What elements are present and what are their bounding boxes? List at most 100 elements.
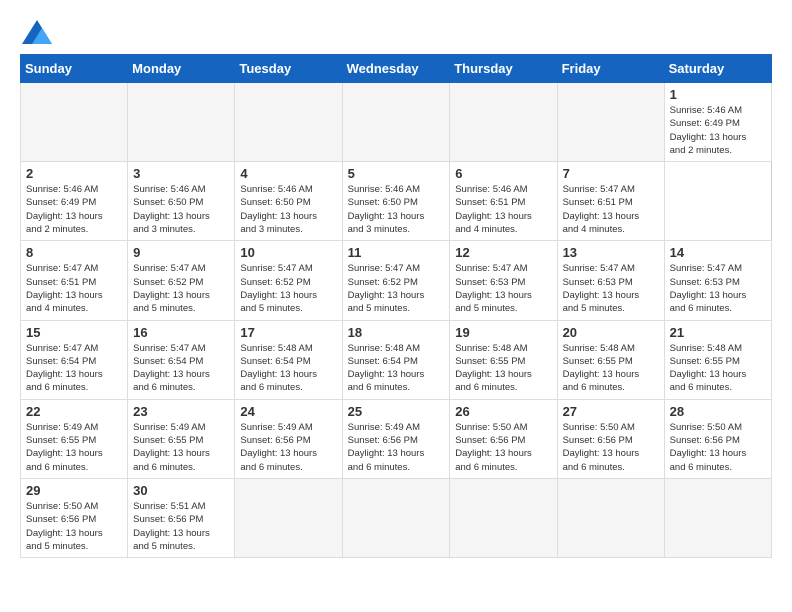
calendar-cell: 24Sunrise: 5:49 AM Sunset: 6:56 PM Dayli… [235,399,342,478]
calendar-week-0: 1 Sunrise: 5:46 AM Sunset: 6:49 PM Daylig… [21,83,772,162]
day-info: Sunrise: 5:48 AM Sunset: 6:54 PM Dayligh… [348,342,445,395]
calendar-week-5: 29 Sunrise: 5:50 AM Sunset: 6:56 PM Dayli… [21,478,772,557]
day-info: Sunrise: 5:47 AM Sunset: 6:52 PM Dayligh… [133,262,229,315]
day-info: Sunrise: 5:47 AM Sunset: 6:53 PM Dayligh… [455,262,551,315]
calendar-cell: 12 Sunrise: 5:47 AM Sunset: 6:53 PM Dayli… [450,241,557,320]
calendar-cell: 26 Sunrise: 5:50 AM Sunset: 6:56 PM Dayli… [450,399,557,478]
day-number: 13 [563,245,659,260]
calendar: SundayMondayTuesdayWednesdayThursdayFrid… [20,54,772,558]
day-number: 1 [670,87,766,102]
day-number: 29 [26,483,122,498]
calendar-cell: 19 Sunrise: 5:48 AM Sunset: 6:55 PM Dayli… [450,320,557,399]
calendar-week-1: 2Sunrise: 5:46 AM Sunset: 6:49 PM Daylig… [21,162,772,241]
day-info: Sunrise: 5:48 AM Sunset: 6:55 PM Dayligh… [563,342,659,395]
header-tuesday: Tuesday [235,55,342,83]
calendar-cell: 6 Sunrise: 5:46 AM Sunset: 6:51 PM Daylig… [450,162,557,241]
calendar-cell: 7 Sunrise: 5:47 AM Sunset: 6:51 PM Daylig… [557,162,664,241]
calendar-cell: 18Sunrise: 5:48 AM Sunset: 6:54 PM Dayli… [342,320,450,399]
logo-icon [22,20,52,44]
calendar-cell: 17 Sunrise: 5:48 AM Sunset: 6:54 PM Dayli… [235,320,342,399]
calendar-cell: 28 Sunrise: 5:50 AM Sunset: 6:56 PM Dayli… [664,399,771,478]
calendar-cell: 3 Sunrise: 5:46 AM Sunset: 6:50 PM Daylig… [128,162,235,241]
logo [20,20,52,44]
day-number: 5 [348,166,445,181]
day-number: 14 [670,245,766,260]
header-saturday: Saturday [664,55,771,83]
day-number: 10 [240,245,336,260]
calendar-cell [342,478,450,557]
calendar-cell: 21 Sunrise: 5:48 AM Sunset: 6:55 PM Dayli… [664,320,771,399]
header-wednesday: Wednesday [342,55,450,83]
day-number: 11 [348,245,445,260]
header-friday: Friday [557,55,664,83]
day-number: 27 [563,404,659,419]
day-info: Sunrise: 5:49 AM Sunset: 6:55 PM Dayligh… [26,421,122,474]
calendar-cell-empty [342,83,450,162]
day-number: 20 [563,325,659,340]
day-number: 15 [26,325,122,340]
calendar-cell: 2Sunrise: 5:46 AM Sunset: 6:49 PM Daylig… [21,162,128,241]
calendar-cell [450,478,557,557]
calendar-week-2: 8Sunrise: 5:47 AM Sunset: 6:51 PM Daylig… [21,241,772,320]
calendar-cell: 10 Sunrise: 5:47 AM Sunset: 6:52 PM Dayli… [235,241,342,320]
day-number: 3 [133,166,229,181]
day-number: 2 [26,166,122,181]
calendar-cell [664,478,771,557]
day-number: 9 [133,245,229,260]
day-number: 24 [240,404,336,419]
day-number: 28 [670,404,766,419]
calendar-cell: 11 Sunrise: 5:47 AM Sunset: 6:52 PM Dayli… [342,241,450,320]
day-info: Sunrise: 5:48 AM Sunset: 6:55 PM Dayligh… [670,342,766,395]
calendar-cell: 27 Sunrise: 5:50 AM Sunset: 6:56 PM Dayli… [557,399,664,478]
day-info: Sunrise: 5:48 AM Sunset: 6:55 PM Dayligh… [455,342,551,395]
day-info: Sunrise: 5:50 AM Sunset: 6:56 PM Dayligh… [670,421,766,474]
day-number: 6 [455,166,551,181]
day-info: Sunrise: 5:50 AM Sunset: 6:56 PM Dayligh… [455,421,551,474]
day-info: Sunrise: 5:51 AM Sunset: 6:56 PM Dayligh… [133,500,229,553]
day-info: Sunrise: 5:47 AM Sunset: 6:51 PM Dayligh… [563,183,659,236]
day-info: Sunrise: 5:46 AM Sunset: 6:50 PM Dayligh… [240,183,336,236]
day-info: Sunrise: 5:47 AM Sunset: 6:52 PM Dayligh… [348,262,445,315]
calendar-header-row: SundayMondayTuesdayWednesdayThursdayFrid… [21,55,772,83]
day-info: Sunrise: 5:47 AM Sunset: 6:52 PM Dayligh… [240,262,336,315]
header [20,20,772,44]
header-thursday: Thursday [450,55,557,83]
header-monday: Monday [128,55,235,83]
day-number: 22 [26,404,122,419]
day-info: Sunrise: 5:50 AM Sunset: 6:56 PM Dayligh… [26,500,122,553]
calendar-cell: 29 Sunrise: 5:50 AM Sunset: 6:56 PM Dayli… [21,478,128,557]
calendar-cell-day-1: 1 Sunrise: 5:46 AM Sunset: 6:49 PM Daylig… [664,83,771,162]
day-number: 7 [563,166,659,181]
day-info: Sunrise: 5:47 AM Sunset: 6:54 PM Dayligh… [133,342,229,395]
calendar-cell: 20 Sunrise: 5:48 AM Sunset: 6:55 PM Dayli… [557,320,664,399]
day-number: 17 [240,325,336,340]
day-number: 16 [133,325,229,340]
calendar-cell: 23Sunrise: 5:49 AM Sunset: 6:55 PM Dayli… [128,399,235,478]
calendar-cell: 8Sunrise: 5:47 AM Sunset: 6:51 PM Daylig… [21,241,128,320]
calendar-cell-empty [21,83,128,162]
calendar-cell: 30Sunrise: 5:51 AM Sunset: 6:56 PM Dayli… [128,478,235,557]
calendar-cell [235,478,342,557]
day-info: Sunrise: 5:47 AM Sunset: 6:53 PM Dayligh… [563,262,659,315]
calendar-cell: 22 Sunrise: 5:49 AM Sunset: 6:55 PM Dayli… [21,399,128,478]
calendar-cell: 5Sunrise: 5:46 AM Sunset: 6:50 PM Daylig… [342,162,450,241]
day-number: 12 [455,245,551,260]
calendar-cell-empty [235,83,342,162]
day-number: 26 [455,404,551,419]
day-number: 21 [670,325,766,340]
day-info: Sunrise: 5:48 AM Sunset: 6:54 PM Dayligh… [240,342,336,395]
day-info: Sunrise: 5:46 AM Sunset: 6:51 PM Dayligh… [455,183,551,236]
day-number: 25 [348,404,445,419]
day-info: Sunrise: 5:46 AM Sunset: 6:50 PM Dayligh… [133,183,229,236]
calendar-cell: 14Sunrise: 5:47 AM Sunset: 6:53 PM Dayli… [664,241,771,320]
calendar-cell: 4Sunrise: 5:46 AM Sunset: 6:50 PM Daylig… [235,162,342,241]
calendar-cell-empty [557,83,664,162]
day-info: Sunrise: 5:46 AM Sunset: 6:49 PM Dayligh… [670,104,766,157]
calendar-week-3: 15 Sunrise: 5:47 AM Sunset: 6:54 PM Dayli… [21,320,772,399]
day-number: 19 [455,325,551,340]
day-info: Sunrise: 5:50 AM Sunset: 6:56 PM Dayligh… [563,421,659,474]
calendar-cell [557,478,664,557]
header-sunday: Sunday [21,55,128,83]
day-number: 23 [133,404,229,419]
calendar-cell: 15Sunrise: 5:47 AM Sunset: 6:54 PM Dayli… [21,320,128,399]
